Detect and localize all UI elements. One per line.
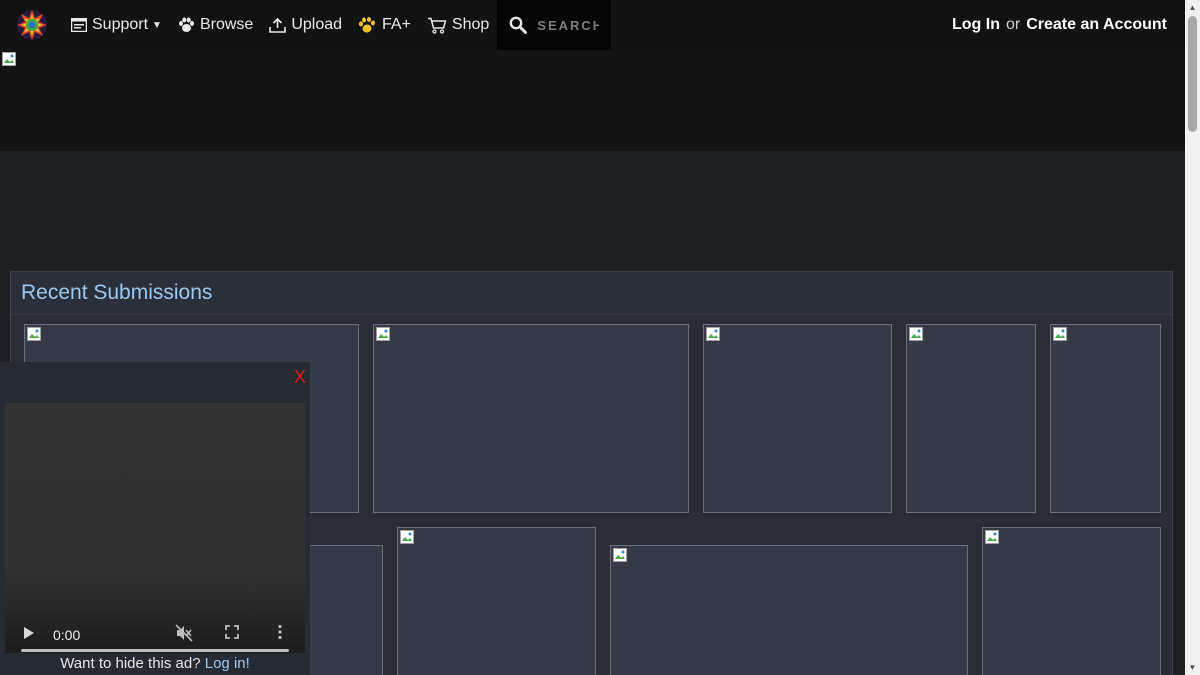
broken-image-icon xyxy=(909,327,923,341)
nav-upload[interactable]: Upload xyxy=(261,0,350,50)
video-progress-bar[interactable] xyxy=(21,649,289,652)
broken-image-icon xyxy=(706,327,720,341)
broken-image-icon xyxy=(985,530,999,544)
broken-image-icon xyxy=(27,327,41,341)
paw-plus-icon xyxy=(359,17,376,33)
auth-links: Log In or Create an Account xyxy=(952,0,1167,50)
top-navigation: Support ▼ Browse Upload FA+ Shop SEARCH … xyxy=(0,0,1185,50)
chevron-down-icon: ▼ xyxy=(152,19,162,31)
broken-image-icon xyxy=(376,327,390,341)
nav-support[interactable]: Support ▼ xyxy=(63,0,170,50)
support-icon xyxy=(71,18,87,32)
site-logo[interactable] xyxy=(15,8,49,42)
broken-image-icon xyxy=(1053,327,1067,341)
ad-close-button[interactable]: X xyxy=(294,367,306,388)
video-player[interactable]: 0:00 xyxy=(5,403,305,653)
login-link[interactable]: Log In xyxy=(952,16,1000,34)
create-account-link[interactable]: Create an Account xyxy=(1026,16,1167,34)
page: Support ▼ Browse Upload FA+ Shop SEARCH … xyxy=(0,0,1200,675)
search-icon[interactable] xyxy=(509,16,528,34)
ad-footer: Want to hide this ad? Log in! xyxy=(0,653,310,675)
nav-browse[interactable]: Browse xyxy=(170,0,261,50)
muted-icon[interactable] xyxy=(175,624,193,642)
submission-thumbnail[interactable] xyxy=(703,324,892,513)
play-icon[interactable] xyxy=(23,626,35,640)
nav-support-label: Support xyxy=(92,16,149,33)
vertical-scrollbar[interactable]: ▲ ▼ xyxy=(1185,0,1200,675)
submission-thumbnail[interactable] xyxy=(610,545,968,675)
cart-icon xyxy=(427,17,447,34)
ad-login-link[interactable]: Log in! xyxy=(205,655,250,672)
video-ad-overlay: X 0:00 Want to hide this ad? Log in! xyxy=(0,362,310,675)
broken-image-icon xyxy=(400,530,414,544)
scrollbar-thumb[interactable] xyxy=(1188,16,1197,132)
broken-image-icon xyxy=(2,52,16,66)
scroll-down-icon[interactable]: ▼ xyxy=(1185,660,1200,675)
nav-fa-plus[interactable]: FA+ xyxy=(350,0,419,50)
submission-thumbnail[interactable] xyxy=(982,527,1161,675)
ad-space xyxy=(0,151,1185,271)
submission-thumbnail[interactable] xyxy=(1050,324,1161,513)
video-time: 0:00 xyxy=(53,627,81,643)
more-options-icon[interactable] xyxy=(277,624,283,640)
submission-thumbnail[interactable] xyxy=(373,324,689,513)
paw-icon xyxy=(178,17,194,32)
nav-shop[interactable]: Shop xyxy=(419,0,497,50)
fullscreen-icon[interactable] xyxy=(225,625,239,639)
broken-image-icon xyxy=(613,548,627,562)
scroll-up-icon[interactable]: ▲ xyxy=(1185,0,1200,15)
nav-browse-label: Browse xyxy=(199,16,254,33)
ad-footer-text: Want to hide this ad? xyxy=(60,655,201,672)
nav-shop-label: Shop xyxy=(451,16,490,33)
or-text: or xyxy=(1005,16,1021,33)
upload-icon xyxy=(269,17,287,33)
search-box xyxy=(497,0,612,50)
header-banner xyxy=(0,50,1185,151)
nav-upload-label: Upload xyxy=(291,16,343,33)
submission-thumbnail[interactable] xyxy=(906,324,1036,513)
search-input[interactable] xyxy=(535,16,602,34)
submission-thumbnail[interactable] xyxy=(397,527,596,675)
logo-icon xyxy=(17,10,47,40)
section-header: Recent Submissions xyxy=(11,272,1172,315)
nav-fa-plus-label: FA+ xyxy=(382,16,411,33)
section-title: Recent Submissions xyxy=(21,281,213,304)
video-controls: 0:00 xyxy=(5,593,305,653)
